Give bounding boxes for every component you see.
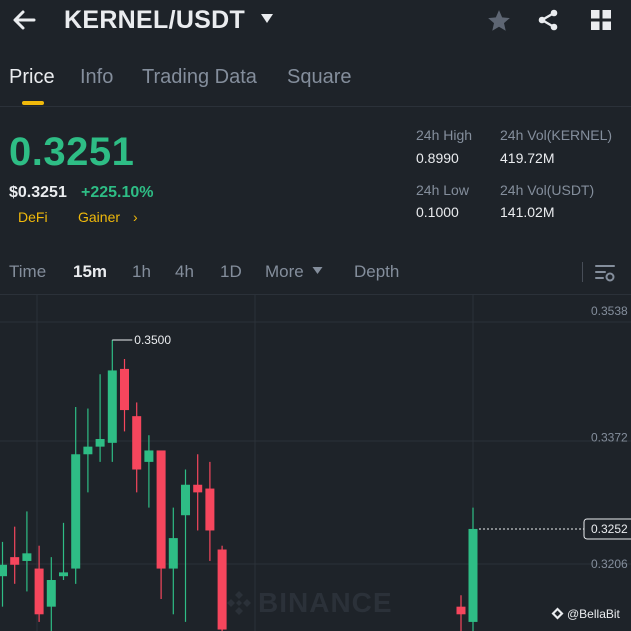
- high-label: 24h High: [416, 127, 473, 143]
- candle-up: [468, 528, 478, 622]
- top-bar: KERNEL/USDT: [0, 0, 631, 44]
- candle-down: [456, 606, 466, 615]
- candle-up: [95, 439, 105, 447]
- interval-depth[interactable]: Depth: [354, 262, 399, 282]
- binance-logo-icon: [227, 591, 251, 615]
- candle-up: [181, 484, 190, 516]
- tab-square[interactable]: Square: [287, 66, 352, 89]
- vol-quote-value: 141.02M: [500, 204, 555, 220]
- back-arrow-icon[interactable]: [10, 6, 38, 34]
- candle-down: [132, 416, 142, 470]
- tab-info[interactable]: Info: [80, 66, 113, 89]
- candle-up: [144, 450, 154, 462]
- vol-quote-label: 24h Vol(USDT): [500, 182, 595, 198]
- star-icon[interactable]: [486, 8, 512, 34]
- candle-up: [0, 564, 7, 577]
- y-axis-label: 0.3206: [591, 557, 628, 571]
- usd-price: $0.3251: [9, 184, 67, 201]
- interval-separator: [582, 262, 583, 282]
- candle-down: [120, 368, 129, 411]
- tag-defi[interactable]: DeFi: [18, 209, 48, 225]
- chevron-right-icon[interactable]: ›: [133, 209, 138, 225]
- interval-time[interactable]: Time: [9, 262, 46, 282]
- interval-1d[interactable]: 1D: [220, 262, 242, 282]
- candle-up: [22, 553, 32, 561]
- high-marker-label: 0.3500: [134, 333, 171, 347]
- more-caret-icon[interactable]: [312, 266, 323, 275]
- candle-up: [168, 538, 178, 569]
- interval-4h[interactable]: 4h: [175, 262, 194, 282]
- binance-watermark: BINANCE: [258, 587, 393, 618]
- candle-up: [59, 572, 68, 577]
- interval-1h[interactable]: 1h: [132, 262, 151, 282]
- current-price-label: 0.3252: [591, 522, 628, 536]
- low-value: 0.1000: [416, 204, 459, 220]
- interval-more[interactable]: More: [265, 262, 304, 282]
- share-icon[interactable]: [536, 8, 560, 32]
- tabs-divider: [0, 106, 631, 107]
- chevron-down-icon[interactable]: [260, 12, 274, 24]
- tag-gainer[interactable]: Gainer: [78, 209, 120, 225]
- candle-down: [10, 557, 20, 565]
- candle-up: [71, 454, 81, 569]
- candle-down: [156, 450, 166, 569]
- chart-overlays: 0.3538 0.3372 0.3206 0.3500 0.3252: [112, 304, 631, 571]
- candle-up: [83, 446, 93, 455]
- chart-grid: [0, 294, 631, 631]
- interval-15m[interactable]: 15m: [73, 262, 107, 282]
- candle-down: [34, 568, 44, 615]
- y-axis-label: 0.3538: [591, 304, 628, 318]
- grid-icon[interactable]: [590, 9, 612, 31]
- candle-up: [107, 370, 117, 443]
- credit-label: @BellaBit: [567, 607, 620, 621]
- candle-down: [193, 484, 203, 493]
- tab-trading-data[interactable]: Trading Data: [142, 66, 257, 89]
- credit-logo-icon: [551, 607, 564, 620]
- low-label: 24h Low: [416, 182, 469, 198]
- pair-title[interactable]: KERNEL/USDT: [64, 6, 245, 35]
- candle-down: [205, 488, 215, 531]
- vol-base-value: 419.72M: [500, 150, 555, 166]
- candle-up: [46, 580, 56, 607]
- price-change-percent: +225.10%: [81, 184, 154, 201]
- high-value: 0.8990: [416, 150, 459, 166]
- vol-base-label: 24h Vol(KERNEL): [500, 127, 613, 143]
- chart-settings-icon[interactable]: [594, 262, 616, 284]
- active-tab-indicator: [22, 101, 44, 105]
- last-price: 0.3251: [9, 130, 135, 174]
- candlestick-chart[interactable]: 0.3538 0.3372 0.3206 0.3500 0.3252: [0, 294, 631, 631]
- tab-price[interactable]: Price: [9, 66, 55, 89]
- y-axis-label: 0.3372: [591, 431, 628, 445]
